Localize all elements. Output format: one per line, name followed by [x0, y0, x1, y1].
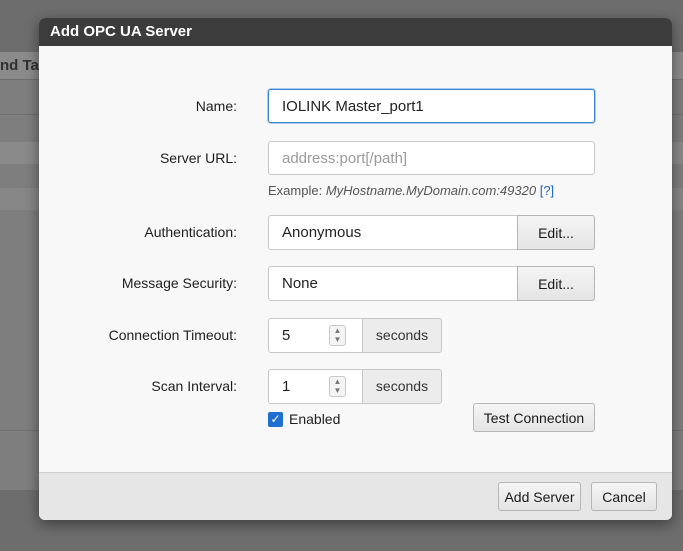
- message-security-value: None: [268, 266, 517, 301]
- add-opc-ua-server-dialog: Add OPC UA Server Name: Server URL: Exam…: [39, 18, 672, 520]
- message-security-field: None Edit...: [268, 266, 595, 301]
- scan-interval-unit: seconds: [362, 369, 442, 404]
- name-label: Name:: [195, 98, 237, 114]
- message-security-edit-button[interactable]: Edit...: [517, 266, 595, 301]
- connection-timeout-value: 5: [282, 327, 291, 344]
- spinner-arrows-icon[interactable]: ▲ ▼: [329, 376, 346, 397]
- scan-interval-spinner[interactable]: 1 ▲ ▼: [268, 369, 362, 404]
- authentication-field: Anonymous Edit...: [268, 215, 595, 250]
- authentication-value: Anonymous: [268, 215, 517, 250]
- scan-interval-value: 1: [282, 378, 291, 395]
- server-url-input[interactable]: [268, 141, 595, 175]
- connection-timeout-unit: seconds: [362, 318, 442, 353]
- dialog-title: Add OPC UA Server: [39, 18, 672, 46]
- server-url-label: Server URL:: [159, 150, 237, 166]
- dialog-content: Name: Server URL: Example: MyHostname.My…: [39, 46, 672, 472]
- example-value: MyHostname.MyDomain.com:49320: [325, 183, 537, 198]
- background-title: nd Ta: [0, 57, 39, 74]
- spinner-arrows-icon[interactable]: ▲ ▼: [329, 325, 346, 346]
- test-connection-button[interactable]: Test Connection: [473, 403, 595, 432]
- dialog-footer: Add Server Cancel: [39, 472, 672, 520]
- authentication-label: Authentication:: [144, 224, 237, 240]
- connection-timeout-field: 5 ▲ ▼ seconds: [268, 318, 442, 353]
- authentication-edit-button[interactable]: Edit...: [517, 215, 595, 250]
- enabled-label: Enabled: [289, 411, 341, 427]
- connection-timeout-label: Connection Timeout:: [108, 327, 237, 343]
- server-url-help-link[interactable]: [?]: [540, 183, 554, 198]
- cancel-button[interactable]: Cancel: [591, 482, 657, 511]
- scan-interval-field: 1 ▲ ▼ seconds: [268, 369, 442, 404]
- name-input[interactable]: [268, 89, 595, 123]
- message-security-label: Message Security:: [121, 275, 237, 291]
- example-prefix: Example:: [268, 183, 323, 198]
- enabled-checkbox[interactable]: ✓: [268, 412, 283, 427]
- server-url-example: Example: MyHostname.MyDomain.com:49320 […: [268, 183, 554, 198]
- add-server-button[interactable]: Add Server: [498, 482, 581, 511]
- connection-timeout-spinner[interactable]: 5 ▲ ▼: [268, 318, 362, 353]
- scan-interval-label: Scan Interval:: [151, 378, 237, 394]
